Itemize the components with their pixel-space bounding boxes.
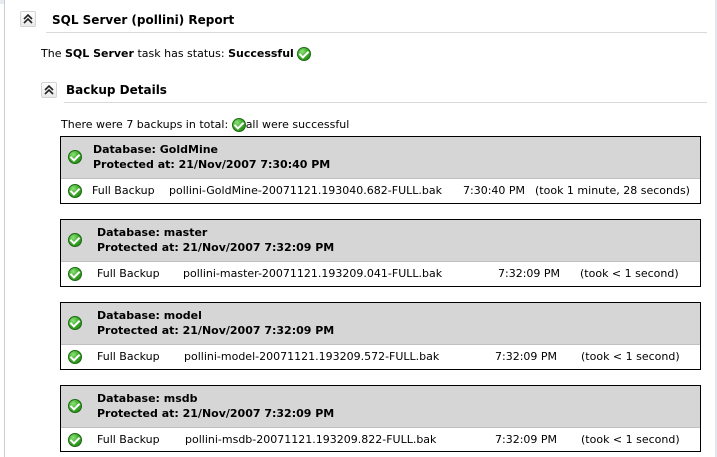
backup-duration: (took < 1 second) — [581, 433, 680, 446]
database-box-msdb: Database: msdb Protected at: 21/Nov/2007… — [60, 385, 701, 452]
backup-duration: (took < 1 second) — [581, 350, 680, 363]
status-middle: task has status: — [137, 47, 225, 60]
protected-at: Protected at: 21/Nov/2007 7:32:09 PM — [97, 241, 335, 254]
report-divider — [46, 32, 707, 33]
success-check-icon — [68, 350, 82, 364]
backup-type: Full Backup — [97, 433, 160, 446]
task-status-line: The SQL Server task has status: Successf… — [41, 47, 312, 61]
backup-time: 7:32:09 PM — [495, 433, 558, 446]
success-check-icon — [68, 184, 82, 198]
protected-at: Protected at: 21/Nov/2007 7:30:40 PM — [93, 158, 331, 171]
database-box-goldmine: Database: GoldMine Protected at: 21/Nov/… — [60, 136, 701, 204]
database-name: Database: msdb — [97, 392, 198, 405]
database-name: Database: model — [97, 309, 202, 322]
backup-time: 7:32:09 PM — [498, 267, 561, 280]
summary-result: all were successful — [245, 118, 350, 131]
success-check-icon — [297, 47, 312, 61]
database-name: Database: master — [97, 226, 208, 239]
backup-type: Full Backup — [97, 267, 160, 280]
backup-file: pollini-model-20071121.193209.572-FULL.b… — [184, 350, 440, 363]
database-header: Database: msdb Protected at: 21/Nov/2007… — [61, 386, 700, 428]
report-title: SQL Server (pollini) Report — [52, 13, 235, 27]
protected-at: Protected at: 21/Nov/2007 7:32:09 PM — [97, 407, 335, 420]
backup-duration: (took 1 minute, 28 seconds) — [535, 184, 690, 197]
database-box-model: Database: model Protected at: 21/Nov/200… — [60, 302, 701, 370]
success-check-icon — [68, 150, 82, 164]
success-check-icon — [68, 433, 82, 447]
database-header: Database: master Protected at: 21/Nov/20… — [61, 220, 700, 262]
backup-duration: (took < 1 second) — [580, 267, 679, 280]
success-check-icon — [68, 399, 82, 413]
backup-row: Full Backup pollini-msdb-20071121.193209… — [61, 428, 700, 452]
success-check-icon — [231, 118, 246, 132]
collapse-report-icon[interactable] — [20, 11, 36, 27]
backup-file: pollini-master-20071121.193209.041-FULL.… — [183, 267, 443, 280]
backup-row: Full Backup pollini-master-20071121.1932… — [61, 262, 700, 286]
status-value: Successful — [228, 47, 294, 60]
summary-text: There were 7 backups in total: — [61, 118, 229, 131]
backup-summary: There were 7 backups in total: all were … — [61, 118, 349, 132]
backup-file: pollini-GoldMine-20071121.193040.682-FUL… — [169, 184, 442, 197]
backup-type: Full Backup — [97, 350, 160, 363]
backup-time: 7:32:09 PM — [495, 350, 558, 363]
backup-details-divider — [64, 102, 707, 103]
success-check-icon — [68, 316, 82, 330]
backup-type: Full Backup — [92, 184, 155, 197]
backup-file: pollini-msdb-20071121.193209.822-FULL.ba… — [185, 433, 437, 446]
status-prefix: The — [41, 47, 62, 60]
backup-row: Full Backup pollini-GoldMine-20071121.19… — [61, 179, 700, 203]
backup-row: Full Backup pollini-model-20071121.19320… — [61, 345, 700, 369]
success-check-icon — [68, 267, 82, 281]
success-check-icon — [68, 233, 82, 247]
database-name: Database: GoldMine — [93, 143, 219, 156]
protected-at: Protected at: 21/Nov/2007 7:32:09 PM — [97, 324, 335, 337]
database-header: Database: GoldMine Protected at: 21/Nov/… — [61, 137, 700, 179]
backup-time: 7:30:40 PM — [463, 184, 526, 197]
task-name: SQL Server — [64, 47, 134, 60]
backup-details-title: Backup Details — [66, 83, 167, 97]
database-header: Database: model Protected at: 21/Nov/200… — [61, 303, 700, 345]
collapse-backup-details-icon[interactable] — [41, 82, 57, 98]
database-box-master: Database: master Protected at: 21/Nov/20… — [60, 219, 701, 287]
